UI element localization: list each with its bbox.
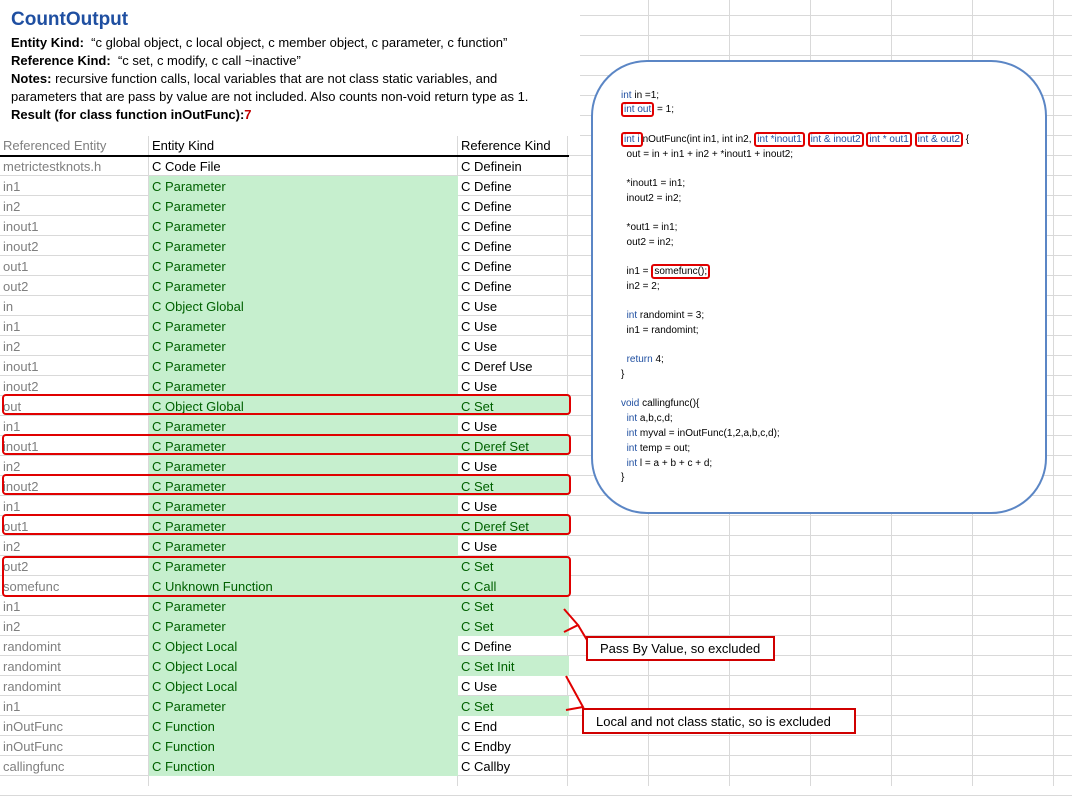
callout-pass-by-value: Pass By Value, so excluded xyxy=(586,636,775,661)
local-static-connector xyxy=(565,675,585,711)
callout-local-static-text: Local and not class static, so is exclud… xyxy=(596,713,831,729)
pass-by-value-connector xyxy=(563,608,580,633)
callout-pass-by-value-text: Pass By Value, so excluded xyxy=(600,641,761,656)
callout-local-static: Local and not class static, so is exclud… xyxy=(582,708,856,734)
callout-connectors xyxy=(563,608,588,711)
